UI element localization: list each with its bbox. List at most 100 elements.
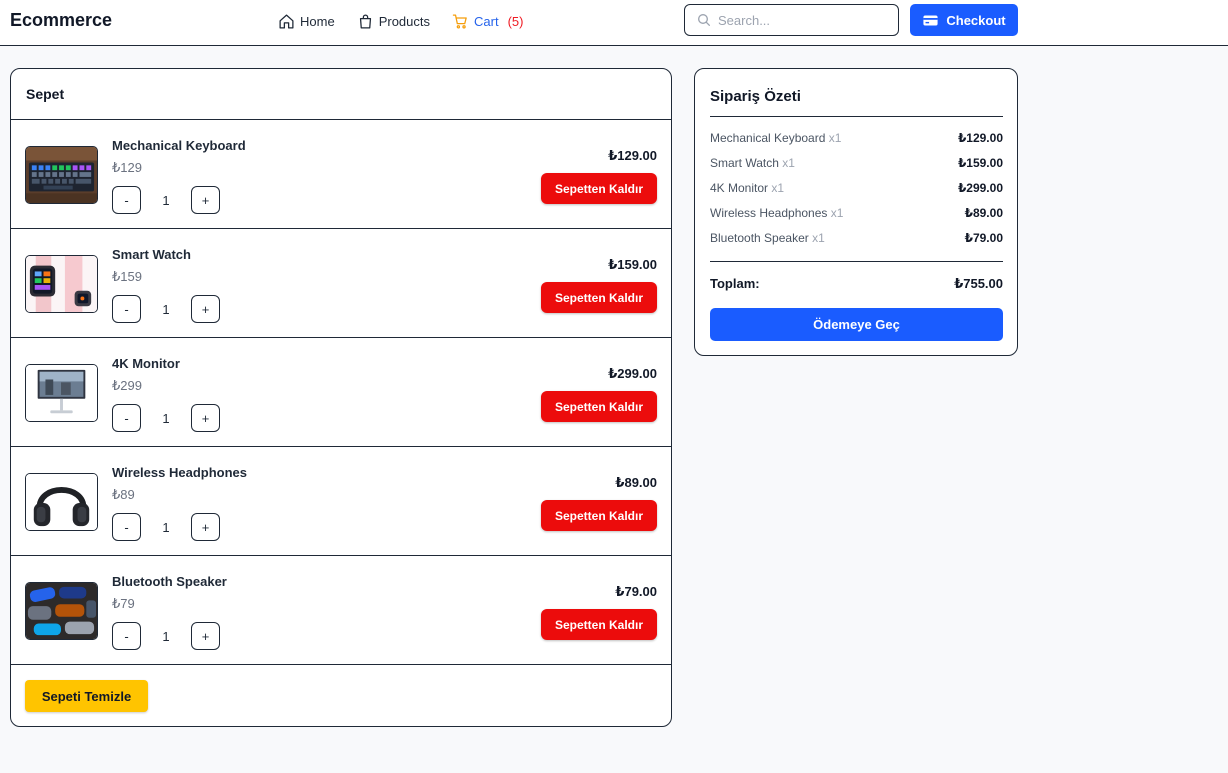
- summary-divider-top: [710, 116, 1003, 117]
- summary-line-amount: ₺299.00: [957, 181, 1003, 195]
- quantity-stepper: - 1 +: [112, 295, 220, 323]
- remove-item-button[interactable]: Sepetten Kaldır: [541, 173, 657, 204]
- checkout-button[interactable]: Checkout: [910, 4, 1018, 36]
- increment-button[interactable]: +: [191, 513, 220, 541]
- summary-line-qty: x1: [771, 181, 785, 195]
- cart-item-row: Bluetooth Speaker ₺79 - 1 + ₺79.00 Sepet…: [11, 556, 671, 665]
- search-icon: [698, 14, 710, 26]
- summary-line-qty: x1: [828, 131, 842, 145]
- nav-home[interactable]: Home: [278, 11, 335, 31]
- clear-cart-button[interactable]: Sepeti Temizle: [25, 680, 148, 712]
- remove-item-button[interactable]: Sepetten Kaldır: [541, 500, 657, 531]
- summary-line-name: Smart Watch: [710, 156, 779, 170]
- shopping-bag-icon: [359, 14, 371, 29]
- decrement-button[interactable]: -: [112, 186, 141, 214]
- quantity-stepper: - 1 +: [112, 404, 220, 432]
- increment-button[interactable]: +: [191, 295, 220, 323]
- item-name: Wireless Headphones: [112, 465, 247, 480]
- nav-cart[interactable]: Cart (5): [452, 11, 523, 31]
- decrement-button[interactable]: -: [112, 622, 141, 650]
- nav-home-label: Home: [300, 13, 335, 29]
- decrement-button[interactable]: -: [112, 404, 141, 432]
- cart-icon: [452, 13, 467, 29]
- decrement-button[interactable]: -: [112, 295, 141, 323]
- brand-logo[interactable]: Ecommerce: [10, 10, 112, 31]
- checkout-label: Checkout: [946, 12, 1006, 28]
- decrement-button[interactable]: -: [112, 513, 141, 541]
- item-name: Mechanical Keyboard: [112, 138, 246, 153]
- summary-title: Sipariş Özeti: [710, 88, 801, 105]
- item-name: 4K Monitor: [112, 356, 180, 371]
- item-line-total: ₺79.00: [615, 584, 657, 599]
- cart-panel: Sepet Mechanical Keyboard ₺129 - 1 + ₺12…: [10, 68, 672, 727]
- total-value: ₺755.00: [954, 276, 1003, 291]
- item-unit-price: ₺79: [112, 596, 135, 611]
- summary-line-amount: ₺79.00: [964, 231, 1003, 245]
- quantity-stepper: - 1 +: [112, 513, 220, 541]
- summary-line: Wireless Headphones x1 ₺89.00: [710, 206, 1003, 220]
- summary-line-amount: ₺129.00: [957, 131, 1003, 145]
- item-line-total: ₺89.00: [615, 475, 657, 490]
- summary-line-name: Wireless Headphones: [710, 206, 828, 220]
- speaker-image: [25, 582, 98, 640]
- keyboard-image: [25, 146, 98, 204]
- remove-item-button[interactable]: Sepetten Kaldır: [541, 282, 657, 313]
- cart-item-row: Smart Watch ₺159 - 1 + ₺159.00 Sepetten …: [11, 229, 671, 338]
- item-unit-price: ₺159: [112, 269, 142, 284]
- summary-line-qty: x1: [812, 231, 825, 245]
- quantity-stepper: - 1 +: [112, 186, 220, 214]
- summary-line: Smart Watch x1 ₺159.00: [710, 156, 1003, 170]
- item-line-total: ₺159.00: [608, 257, 657, 272]
- summary-line: 4K Monitor x1 ₺299.00: [710, 181, 1003, 195]
- summary-line: Bluetooth Speaker x1 ₺79.00: [710, 231, 1003, 245]
- remove-item-button[interactable]: Sepetten Kaldır: [541, 609, 657, 640]
- quantity-value: 1: [162, 192, 170, 208]
- item-line-total: ₺299.00: [608, 366, 657, 381]
- increment-button[interactable]: +: [191, 404, 220, 432]
- summary-line-qty: x1: [830, 206, 844, 220]
- credit-card-icon: [923, 15, 938, 25]
- item-unit-price: ₺299: [112, 378, 142, 393]
- nav-products-label: Products: [378, 13, 430, 29]
- increment-button[interactable]: +: [191, 186, 220, 214]
- summary-line: Mechanical Keyboard x1 ₺129.00: [710, 131, 1003, 145]
- summary-total: Toplam: ₺755.00: [710, 276, 1003, 292]
- quantity-value: 1: [162, 301, 170, 317]
- headphones-image: [25, 473, 98, 531]
- cart-item-row: Mechanical Keyboard ₺129 - 1 + ₺129.00 S…: [11, 120, 671, 229]
- item-name: Smart Watch: [112, 247, 191, 262]
- home-icon: [279, 13, 294, 29]
- summary-divider-bottom: [710, 261, 1003, 262]
- remove-item-button[interactable]: Sepetten Kaldır: [541, 391, 657, 422]
- cart-item-row: 4K Monitor ₺299 - 1 + ₺299.00 Sepetten K…: [11, 338, 671, 447]
- item-name: Bluetooth Speaker: [112, 574, 227, 589]
- item-unit-price: ₺129: [112, 160, 142, 175]
- order-summary-panel: Sipariş Özeti Mechanical Keyboard x1 ₺12…: [694, 68, 1018, 356]
- summary-line-name: 4K Monitor: [710, 181, 769, 195]
- item-unit-price: ₺89: [112, 487, 135, 502]
- summary-line-name: Bluetooth Speaker: [710, 231, 809, 245]
- main-nav: Home Products Cart (5): [278, 11, 523, 31]
- quantity-stepper: - 1 +: [112, 622, 220, 650]
- cart-item-row: Wireless Headphones ₺89 - 1 + ₺89.00 Sep…: [11, 447, 671, 556]
- quantity-value: 1: [162, 410, 170, 426]
- nav-cart-label: Cart: [474, 13, 499, 29]
- total-label: Toplam:: [710, 276, 760, 291]
- quantity-value: 1: [162, 628, 170, 644]
- summary-line-qty: x1: [782, 156, 795, 170]
- summary-line-amount: ₺89.00: [964, 206, 1003, 220]
- summary-line-amount: ₺159.00: [957, 156, 1003, 170]
- cart-title: Sepet: [11, 69, 671, 120]
- monitor-image: [25, 364, 98, 422]
- cart-count-badge: (5): [507, 13, 524, 29]
- nav-products[interactable]: Products: [357, 11, 430, 31]
- summary-line-name: Mechanical Keyboard: [710, 131, 826, 145]
- increment-button[interactable]: +: [191, 622, 220, 650]
- proceed-to-payment-button[interactable]: Ödemeye Geç: [710, 308, 1003, 341]
- item-line-total: ₺129.00: [608, 148, 657, 163]
- search-box: [684, 4, 899, 36]
- top-navbar: Ecommerce Home Products Cart (5) Checkou…: [0, 0, 1228, 46]
- search-input[interactable]: [718, 12, 888, 28]
- smartwatch-image: [25, 255, 98, 313]
- quantity-value: 1: [162, 519, 170, 535]
